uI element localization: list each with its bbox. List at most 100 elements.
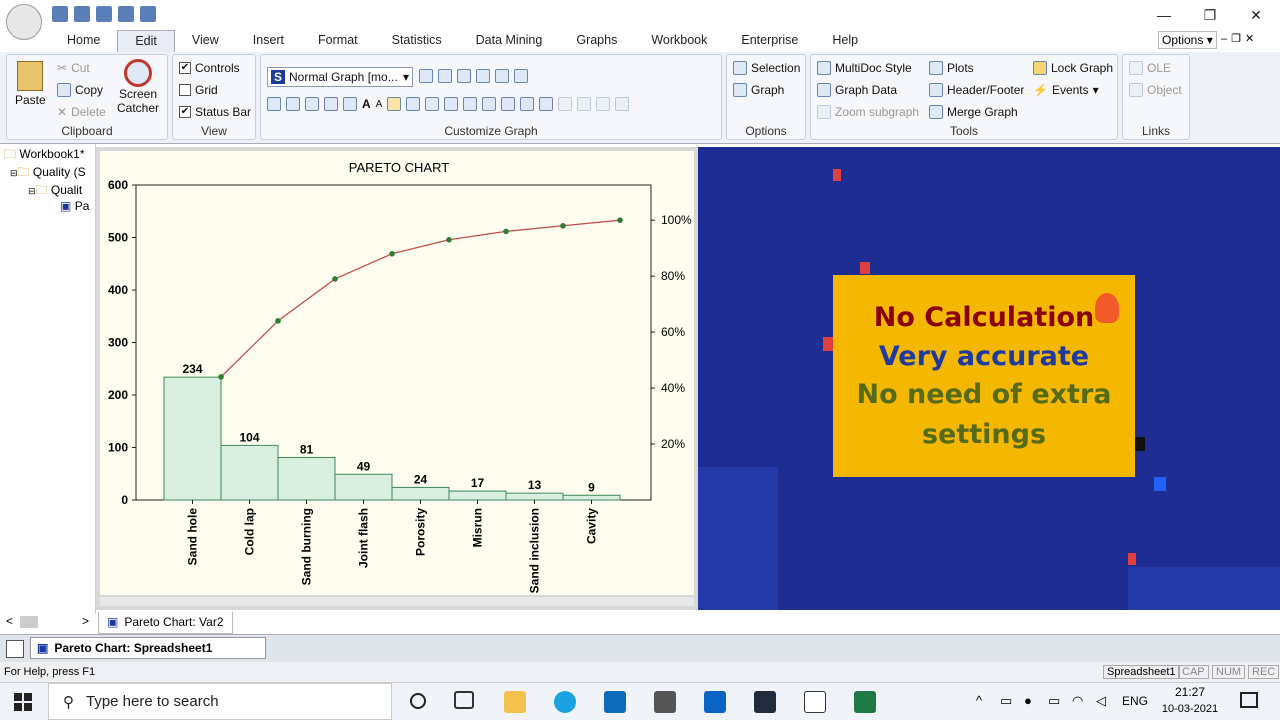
copy-format-icon[interactable] xyxy=(596,97,611,111)
arrow-icon[interactable] xyxy=(482,97,497,111)
notifications-icon[interactable] xyxy=(1240,692,1258,708)
tab-edit[interactable]: Edit xyxy=(117,30,175,52)
font-increase-icon[interactable]: A xyxy=(362,97,371,111)
brush2-icon[interactable] xyxy=(520,97,535,111)
pen-icon[interactable] xyxy=(444,97,459,111)
close-button[interactable]: ✕ xyxy=(1233,0,1279,30)
pareto-chart[interactable]: PARETO CHART 234 104 81 49 24 17 13 9 0 100 200 30… xyxy=(96,147,698,610)
status-bar-checkbox[interactable]: ✔ Status Bar xyxy=(179,105,251,119)
font-decrease-icon[interactable]: A xyxy=(376,99,383,110)
zoom-out-icon[interactable] xyxy=(286,97,300,111)
paste-button[interactable]: Paste xyxy=(15,61,46,107)
graph-view-icon[interactable] xyxy=(457,69,471,83)
plots-button[interactable]: Plots xyxy=(929,61,974,75)
mdi-window-controls[interactable]: –❐✕ xyxy=(1221,32,1258,45)
save-icon[interactable] xyxy=(52,6,68,22)
zoom-subgraph-button[interactable]: Zoom subgraph xyxy=(817,105,919,119)
merge-graph-button[interactable]: Merge Graph xyxy=(929,105,1018,119)
ole-button[interactable]: OLE xyxy=(1129,61,1171,75)
cumulative-point[interactable] xyxy=(560,222,566,229)
grid-checkbox[interactable]: Grid xyxy=(179,83,218,97)
marker-icon[interactable] xyxy=(501,97,516,111)
app-small-icon[interactable] xyxy=(6,640,24,658)
brush-icon[interactable] xyxy=(463,97,478,111)
bar[interactable] xyxy=(448,490,507,501)
excel-icon[interactable] xyxy=(854,691,876,713)
header-footer-button[interactable]: Header/Footer xyxy=(929,83,1024,97)
cumulative-point[interactable] xyxy=(218,374,224,380)
tab-enterprise[interactable]: Enterprise xyxy=(724,30,815,52)
export-icon[interactable] xyxy=(539,97,554,111)
windows-start-icon[interactable] xyxy=(14,693,32,711)
clock-time[interactable]: 21:27 xyxy=(1160,685,1220,699)
tab-data-mining[interactable]: Data Mining xyxy=(459,30,560,52)
screen-catcher-button[interactable]: Screen Catcher xyxy=(117,59,159,115)
bar[interactable] xyxy=(277,456,336,501)
zoom-area-icon[interactable] xyxy=(305,97,319,111)
tab-graphs[interactable]: Graphs xyxy=(559,30,634,52)
graph-3d-icon[interactable] xyxy=(495,69,509,83)
tree-item-pareto[interactable]: ▣ Pa xyxy=(60,199,89,213)
graph-line-icon[interactable] xyxy=(514,69,528,83)
object-button[interactable]: Object xyxy=(1129,83,1182,97)
tab-format[interactable]: Format xyxy=(301,30,375,52)
mail-icon[interactable] xyxy=(604,691,626,713)
text-box-icon[interactable] xyxy=(406,97,421,111)
outlook-icon[interactable] xyxy=(704,691,726,713)
zoom-icon[interactable] xyxy=(419,69,433,83)
cumulative-point[interactable] xyxy=(617,217,623,223)
cumulative-point[interactable] xyxy=(503,228,509,235)
cut-button[interactable]: ✂ Cut xyxy=(57,61,90,75)
cumulative-point[interactable] xyxy=(389,250,395,257)
taskbar-search-box[interactable]: ⚲ Type here to search xyxy=(48,683,392,720)
undo-icon[interactable] xyxy=(74,6,90,22)
tree-scroll-left[interactable]: < xyxy=(6,614,13,628)
tab-home[interactable]: Home xyxy=(50,30,117,52)
paste-format-icon[interactable] xyxy=(615,97,630,111)
options-dropdown[interactable]: Options ▾ xyxy=(1158,31,1217,49)
events-button[interactable]: ⚡ Events ▾ xyxy=(1033,83,1099,97)
bar[interactable] xyxy=(391,486,450,501)
edge-icon[interactable] xyxy=(554,691,576,713)
chevron-up-icon[interactable]: ^ xyxy=(976,693,982,708)
mdi-item-pareto[interactable]: ▣ Pareto Chart: Spreadsheet1 xyxy=(30,637,266,659)
volume-icon[interactable]: ◁ xyxy=(1096,693,1106,709)
zoom-reset-icon[interactable] xyxy=(324,97,338,111)
cumulative-point[interactable] xyxy=(332,276,338,282)
zoom-in-icon[interactable] xyxy=(267,97,281,111)
delete-button[interactable]: ✕ Delete xyxy=(57,105,106,119)
customize-qat-icon[interactable] xyxy=(140,6,156,22)
graph-fit-icon[interactable] xyxy=(476,69,490,83)
microphone-icon[interactable]: ● xyxy=(1024,693,1032,708)
tree-scrollbar-thumb[interactable] xyxy=(20,616,38,628)
tab-workbook[interactable]: Workbook xyxy=(634,30,724,52)
tray-app-icon[interactable]: ▭ xyxy=(1000,693,1012,709)
page-icon[interactable] xyxy=(438,69,452,83)
graph-data-button[interactable]: Graph Data xyxy=(817,83,897,97)
bar[interactable] xyxy=(163,376,222,501)
table-icon[interactable] xyxy=(558,97,573,111)
bar[interactable] xyxy=(334,473,393,501)
calculator-icon[interactable] xyxy=(654,691,676,713)
language-indicator[interactable]: ENG xyxy=(1122,694,1148,708)
redo-icon[interactable] xyxy=(96,6,112,22)
tab-pareto-chart[interactable]: ▣ Pareto Chart: Var2 xyxy=(98,612,233,634)
media-app-icon[interactable] xyxy=(754,691,776,713)
restore-button[interactable]: ❐ xyxy=(1187,0,1233,30)
cumulative-point[interactable] xyxy=(275,318,281,324)
bar[interactable] xyxy=(220,444,279,501)
cortana-icon[interactable] xyxy=(410,693,426,709)
minimize-button[interactable]: — xyxy=(1141,0,1187,30)
grid-icon[interactable] xyxy=(343,97,357,111)
tree-scroll-right[interactable]: > xyxy=(82,614,89,628)
lock-graph-button[interactable]: Lock Graph xyxy=(1033,61,1113,75)
battery-icon[interactable]: ▭ xyxy=(1048,693,1060,709)
tab-statistics[interactable]: Statistics xyxy=(375,30,459,52)
file-explorer-icon[interactable] xyxy=(504,691,526,713)
controls-checkbox[interactable]: ✔ Controls xyxy=(179,61,240,75)
tab-help[interactable]: Help xyxy=(815,30,875,52)
print-icon[interactable] xyxy=(118,6,134,22)
graph-options-button[interactable]: Graph xyxy=(733,83,784,97)
draw-icon[interactable] xyxy=(425,97,440,111)
statistica-icon[interactable] xyxy=(804,691,826,713)
